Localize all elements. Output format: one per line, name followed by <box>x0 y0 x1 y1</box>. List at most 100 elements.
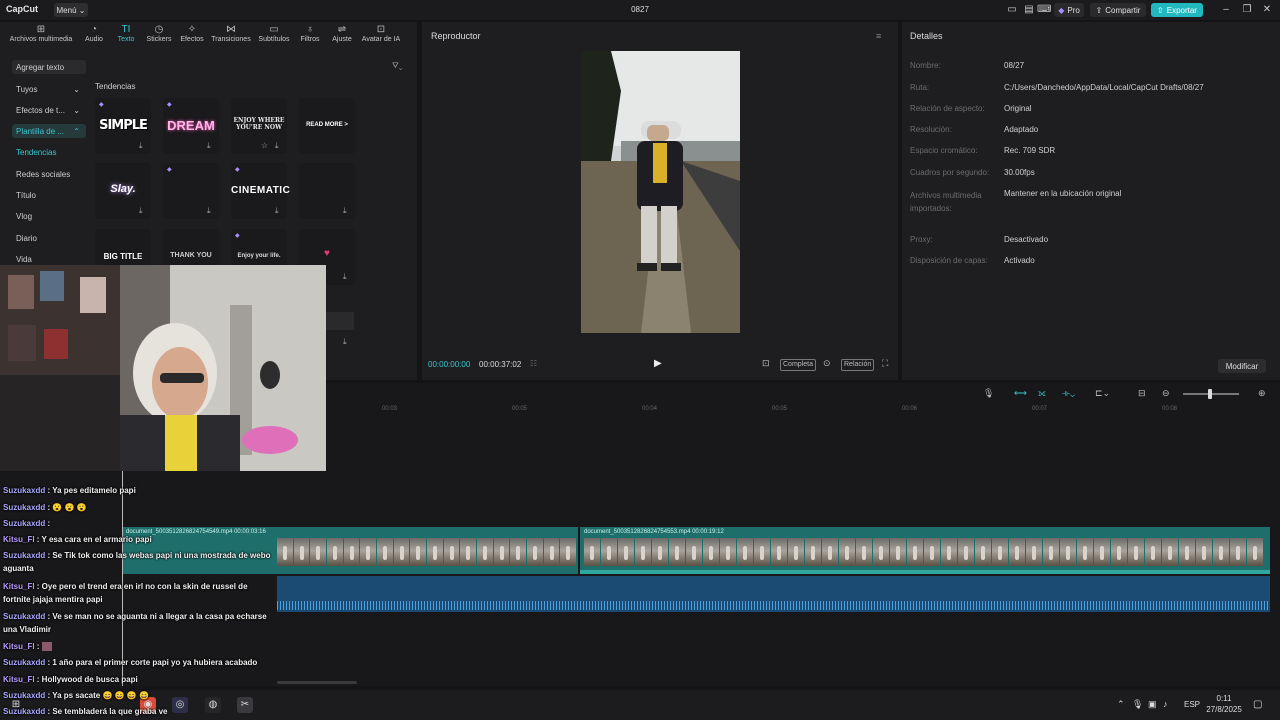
tool-transitions[interactable]: ⋈ Transiciones <box>210 24 252 43</box>
play-button[interactable]: ▶ <box>654 358 662 369</box>
maximize-icon[interactable]: ❐ <box>1240 4 1254 16</box>
aspect-ratio-button[interactable]: Relación <box>841 359 875 371</box>
zoom-out-icon[interactable]: ⊖ <box>1162 388 1170 399</box>
fit-complete-button[interactable]: Completa <box>780 359 816 371</box>
ruler-label: 00:05 <box>772 406 788 412</box>
adjust-icon: ⇌ <box>337 24 347 35</box>
category-social[interactable]: Redes sociales <box>16 170 70 179</box>
template-card-text: BIG TITLE <box>103 252 143 261</box>
fullscreen-icon[interactable]: ⛶ <box>882 358 888 369</box>
download-icon[interactable]: ⤓ <box>139 141 143 151</box>
chevron-up-icon[interactable]: ⌃ <box>1117 699 1125 710</box>
tool-media[interactable]: ⊞ Archivos multimedia <box>8 24 74 43</box>
chat-message: Suzukaxdd : Se tembladerá la que graba v… <box>3 707 168 716</box>
favorite-icon[interactable]: ☆ <box>261 141 268 150</box>
download-icon[interactable]: ⤓ <box>343 206 347 216</box>
zoom-in-icon[interactable]: ⊕ <box>1258 388 1266 399</box>
chat-message: Kitsu_Fl : Y esa cara en el armario papi <box>3 535 152 544</box>
network-icon[interactable]: ▣ <box>1148 699 1157 710</box>
heart-icon: ♥ <box>324 248 330 259</box>
ruler-label: 00:08 <box>1162 406 1178 412</box>
chat-message: Suzukaxdd : 😮 😮 😮 <box>3 503 87 512</box>
language-indicator[interactable]: ESP <box>1184 700 1200 709</box>
crop-icon[interactable]: ⊡ <box>762 358 770 369</box>
download-icon[interactable]: ⤓ <box>343 272 347 282</box>
notifications-icon[interactable]: ▢ <box>1253 699 1262 710</box>
tool-text[interactable]: TI Texto <box>109 24 143 43</box>
detail-value: Adaptado <box>1004 125 1039 134</box>
tool-effects[interactable]: ✧ Efectos <box>175 24 209 43</box>
template-card[interactable] <box>163 229 219 265</box>
detail-label: Disposición de capas: <box>910 256 988 265</box>
category-life[interactable]: Vida <box>16 255 32 264</box>
menu-icon[interactable]: ≡ <box>876 31 881 41</box>
sidebar-item-yours[interactable]: Tuyos ⌄ <box>12 82 86 96</box>
category-diary[interactable]: Diario <box>16 234 37 243</box>
tool-stickers[interactable]: ◷ Stickers <box>142 24 176 43</box>
chat-message: Suzukaxdd : <box>3 519 51 528</box>
chat-message: Suzukaxdd : Se Tik tok como las webas pa… <box>3 551 271 573</box>
tool-subtitles[interactable]: ▭ Subtítulos <box>255 24 293 43</box>
detail-value: Original <box>1004 104 1032 113</box>
zoom-slider-handle[interactable] <box>1208 389 1212 399</box>
tool-label: Audio <box>85 36 103 43</box>
layout-icon[interactable]: ▭ <box>1005 4 1019 16</box>
sidebar-item-text-effects[interactable]: Efectos de t... ⌄ <box>12 103 86 117</box>
media-icon: ⊞ <box>36 24 46 35</box>
sidebar-item-label: Tuyos <box>16 84 38 94</box>
chat-user: Suzukaxdd <box>3 707 46 716</box>
timeline-scrollbar[interactable] <box>277 681 357 684</box>
preview-axis-icon[interactable]: ⟛⌄ <box>1062 388 1075 399</box>
panel-icon[interactable]: ▤ <box>1022 4 1036 16</box>
chat-text: 😮 😮 😮 <box>52 503 87 512</box>
add-text-button[interactable]: Agregar texto <box>12 60 86 74</box>
microphone-icon[interactable]: 🎙 <box>1132 699 1143 710</box>
microphone-icon[interactable]: 🎙 <box>983 388 994 399</box>
tool-ai-avatar[interactable]: ⊡ Avatar de IA <box>360 24 402 43</box>
download-icon[interactable]: ⤓ <box>275 206 279 216</box>
minimize-icon[interactable]: – <box>1219 4 1233 16</box>
tool-label: Ajuste <box>332 36 352 43</box>
category-title[interactable]: Título <box>16 191 36 200</box>
pro-button[interactable]: ◆ Pro <box>1054 3 1084 17</box>
chat-user: Suzukaxdd <box>3 519 46 528</box>
download-icon[interactable]: ⤓ <box>207 141 211 151</box>
tool-label: Archivos multimedia <box>9 36 73 43</box>
category-vlog[interactable]: Vlog <box>16 212 32 221</box>
timeline-grid-icon[interactable]: ☷ <box>530 359 537 368</box>
caption-icon[interactable]: ⊟ <box>1138 388 1146 399</box>
template-card-text: READ MORE > <box>306 122 348 128</box>
tool-adjust[interactable]: ⇌ Ajuste <box>325 24 359 43</box>
clip-thumbnails <box>277 538 577 566</box>
download-icon[interactable]: ⤓ <box>275 141 279 151</box>
filter-icon[interactable]: ⛛⌄ <box>392 61 403 71</box>
volume-icon[interactable]: ♪ <box>1163 699 1168 709</box>
clock[interactable]: 0:11 27/8/2025 <box>1200 693 1248 715</box>
download-icon[interactable]: ⤓ <box>207 206 211 216</box>
download-icon[interactable]: ⤓ <box>343 337 347 347</box>
category-trending[interactable]: Tendencias <box>16 148 56 157</box>
share-button[interactable]: ⇪ Compartir <box>1090 3 1146 17</box>
gem-icon: ◆ <box>167 167 172 173</box>
download-icon[interactable]: ⤓ <box>139 206 143 216</box>
gem-icon: ◆ <box>167 102 172 108</box>
link-icon[interactable]: ⟷ <box>1014 388 1027 399</box>
snapshot-icon[interactable]: ⊙ <box>823 358 831 369</box>
tool-filters[interactable]: ♁ Filtros <box>293 24 327 43</box>
template-card[interactable] <box>326 312 354 330</box>
video-preview[interactable] <box>581 51 740 333</box>
tool-label: Subtítulos <box>258 36 290 43</box>
magnet-icon[interactable]: ⟗ <box>1038 388 1046 399</box>
chat-emote-icon <box>41 642 52 652</box>
chat-message: Kitsu_Fl : Oye pero el trend era en irl … <box>3 582 248 604</box>
close-icon[interactable]: ✕ <box>1260 4 1274 16</box>
time-current: 00:00:00:00 <box>428 360 471 369</box>
gem-icon: ◆ <box>235 167 240 173</box>
tool-audio[interactable]: ◔ Audio <box>77 24 111 43</box>
chat-user: Suzukaxdd <box>3 486 46 495</box>
keyboard-icon[interactable]: ⌨ <box>1037 4 1051 16</box>
sidebar-item-templates[interactable]: Plantilla de ... ⌃ <box>12 124 86 138</box>
export-button[interactable]: ⇧ Exportar <box>1151 3 1203 17</box>
modify-button[interactable]: Modificar <box>1218 359 1266 373</box>
split-icon[interactable]: ⊏⌄ <box>1095 388 1110 399</box>
